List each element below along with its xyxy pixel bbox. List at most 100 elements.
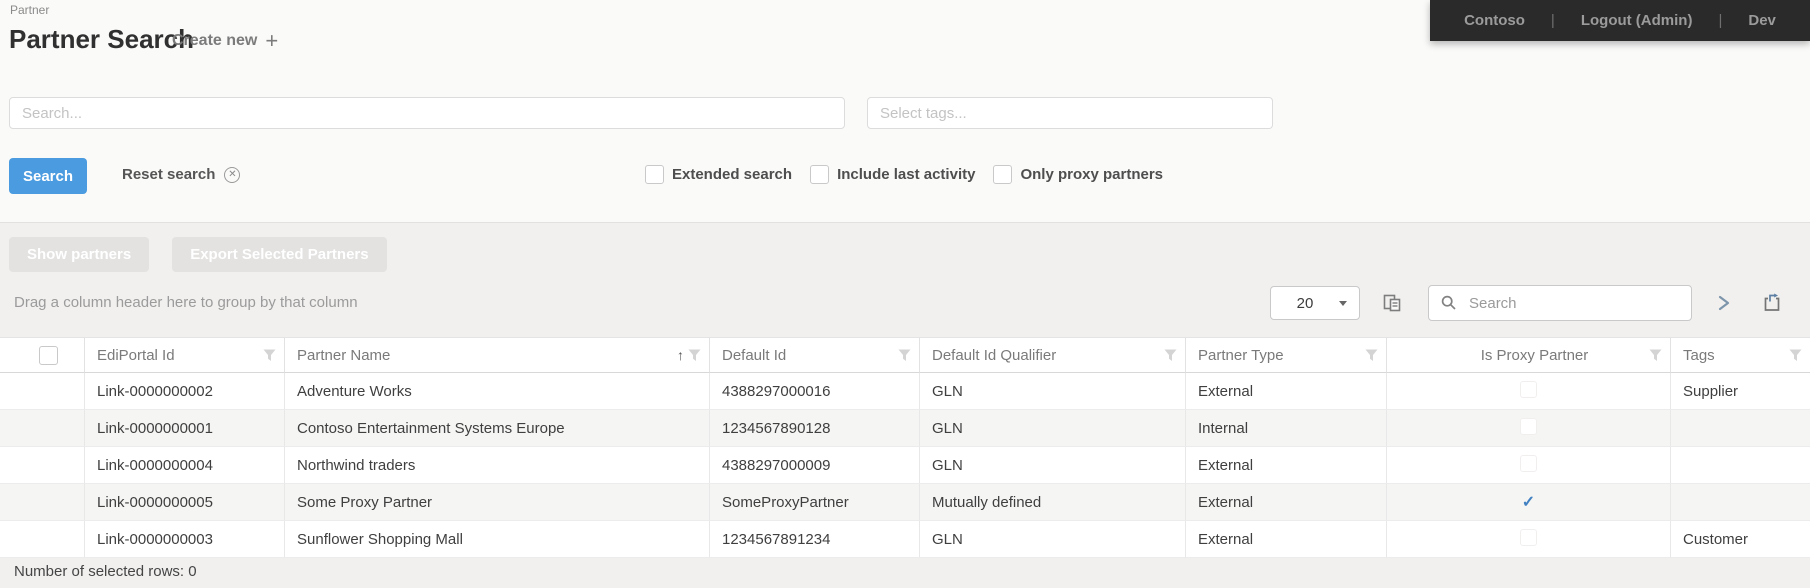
group-by-hint: Drag a column header here to group by th… <box>14 294 358 311</box>
cell-partnertype: External <box>1186 447 1387 484</box>
cell-tags: Supplier <box>1671 373 1810 410</box>
filter-option-label: Only proxy partners <box>1020 166 1163 183</box>
row-select-cell <box>0 521 85 558</box>
column-header-defaultid[interactable]: Default Id <box>710 337 920 373</box>
reset-search-button[interactable]: Reset search ✕ <box>122 166 241 183</box>
page-title: Partner Search <box>9 24 194 54</box>
cell-defaultidqualifier: GLN <box>920 521 1186 558</box>
topbar-item-contoso[interactable]: Contoso <box>1464 12 1525 29</box>
partner-search-page: Partner Partner Search Create new + Sear… <box>0 0 1810 588</box>
row-select-cell <box>0 484 85 521</box>
column-header-select[interactable] <box>0 337 85 373</box>
select-all-checkbox[interactable] <box>38 345 58 365</box>
header-icons <box>1649 338 1662 372</box>
column-header-isproxypartner[interactable]: Is Proxy Partner <box>1387 337 1671 373</box>
create-new-button[interactable]: Create new + <box>172 30 278 52</box>
topbar-item-dev[interactable]: Dev <box>1748 12 1776 29</box>
is-proxy-partner-cell <box>1387 373 1671 410</box>
cell-partnertype: External <box>1186 373 1387 410</box>
search-button[interactable]: Search <box>9 158 87 194</box>
header-icons <box>1164 338 1177 372</box>
filter-option-only-proxy-partners[interactable]: Only proxy partners <box>993 165 1163 184</box>
search-icon <box>1441 295 1457 311</box>
export-selected-partners-button[interactable]: Export Selected Partners <box>172 237 387 272</box>
export-icon[interactable] <box>1762 293 1782 313</box>
filter-option-include-last-activity[interactable]: Include last activity <box>810 165 975 184</box>
cell-defaultid: 4388297000009 <box>710 447 920 484</box>
table-row[interactable]: Link-0000000002 Adventure Works 4388297000… <box>0 373 1810 410</box>
column-header-partnername[interactable]: Partner Name ↑ <box>285 337 710 373</box>
filter-funnel-icon[interactable] <box>263 349 276 362</box>
cell-partnername: Northwind traders <box>285 447 710 484</box>
filter-funnel-icon[interactable] <box>688 349 701 362</box>
filter-funnel-icon[interactable] <box>1789 349 1802 362</box>
grid-search-input[interactable] <box>1467 293 1679 313</box>
cell-defaultid: 1234567891234 <box>710 521 920 558</box>
show-partners-button[interactable]: Show partners <box>9 237 150 272</box>
topbar-separator: | <box>1718 12 1723 29</box>
column-header-label: EdiPortal Id <box>97 346 175 364</box>
is-proxy-partner-cell <box>1387 410 1671 447</box>
cell-tags: Customer <box>1671 521 1810 558</box>
header-icons <box>1789 338 1802 372</box>
table-row[interactable]: Link-0000000001 Contoso Entertainment Sys… <box>0 410 1810 447</box>
checkbox[interactable] <box>645 165 664 184</box>
table-row[interactable]: Link-0000000003 Sunflower Shopping Mall 12… <box>0 521 1810 558</box>
grid-search-box <box>1428 285 1692 321</box>
filter-funnel-icon[interactable] <box>1649 349 1662 362</box>
next-page-icon[interactable] <box>1716 294 1732 312</box>
header-icons <box>898 338 911 372</box>
filter-funnel-icon[interactable] <box>1365 349 1378 362</box>
column-header-partnertype[interactable]: Partner Type <box>1186 337 1387 373</box>
circle-x-icon: ✕ <box>224 166 241 183</box>
filter-funnel-icon[interactable] <box>898 349 911 362</box>
page-size-select[interactable]: 20 <box>1270 286 1360 320</box>
action-buttons: Show partners Export Selected Partners <box>9 237 387 272</box>
table-row[interactable]: Link-0000000005 Some Proxy Partner SomePro… <box>0 484 1810 521</box>
cell-partnertype: External <box>1186 484 1387 521</box>
cell-ediportalid: Link-0000000004 <box>85 447 285 484</box>
cell-partnername: Sunflower Shopping Mall <box>285 521 710 558</box>
table-row[interactable]: Link-0000000004 Northwind traders 43882970… <box>0 447 1810 484</box>
column-header-tags[interactable]: Tags <box>1671 337 1810 373</box>
chevron-down-icon <box>1339 300 1347 306</box>
filter-option-label: Include last activity <box>837 166 976 183</box>
column-chooser-icon[interactable] <box>1382 293 1402 313</box>
cell-partnertype: External <box>1186 521 1387 558</box>
cell-tags <box>1671 484 1810 521</box>
column-header-defaultidqualifier[interactable]: Default Id Qualifier <box>920 337 1186 373</box>
cell-partnertype: Internal <box>1186 410 1387 447</box>
partners-table: EdiPortal Id Partner Name ↑ Default Id Defau… <box>0 337 1810 558</box>
select-tags-input[interactable] <box>867 97 1273 129</box>
topbar: Contoso | Logout (Admin) | Dev <box>1430 0 1810 41</box>
breadcrumb: Partner <box>10 3 50 17</box>
is-proxy-partner-cell <box>1387 521 1671 558</box>
column-header-label: Tags <box>1683 346 1715 364</box>
filter-funnel-icon[interactable] <box>1164 349 1177 362</box>
grid-toolbar: Drag a column header here to group by th… <box>0 283 1810 323</box>
column-header-label: Is Proxy Partner <box>1480 346 1589 364</box>
topbar-separator: | <box>1550 12 1555 29</box>
proxy-checkbox <box>1520 454 1537 472</box>
row-select-cell <box>0 373 85 410</box>
filter-options: Extended search Include last activity Only… <box>645 165 1163 184</box>
filters-row: Search Reset search ✕ Extended search Inc… <box>0 158 1810 196</box>
cell-defaultidqualifier: GLN <box>920 447 1186 484</box>
grid-toolbar-right: 20 <box>1270 283 1782 323</box>
filter-option-extended-search[interactable]: Extended search <box>645 165 792 184</box>
selected-rows-status: Number of selected rows: 0 <box>14 563 197 580</box>
search-input[interactable] <box>9 97 845 129</box>
cell-ediportalid: Link-0000000003 <box>85 521 285 558</box>
proxy-checkbox <box>1520 417 1537 435</box>
cell-partnername: Some Proxy Partner <box>285 484 710 521</box>
topbar-item-logout-admin[interactable]: Logout (Admin) <box>1581 12 1693 29</box>
cell-ediportalid: Link-0000000005 <box>85 484 285 521</box>
checkmark-icon: ✓ <box>1521 494 1536 511</box>
reset-search-label: Reset search <box>122 166 216 183</box>
checkbox[interactable] <box>810 165 830 184</box>
column-header-ediportalid[interactable]: EdiPortal Id <box>85 337 285 373</box>
cell-defaultidqualifier: GLN <box>920 410 1186 447</box>
checkbox[interactable] <box>993 165 1013 184</box>
cell-ediportalid: Link-0000000002 <box>85 373 285 410</box>
create-new-label: Create new <box>172 32 258 49</box>
